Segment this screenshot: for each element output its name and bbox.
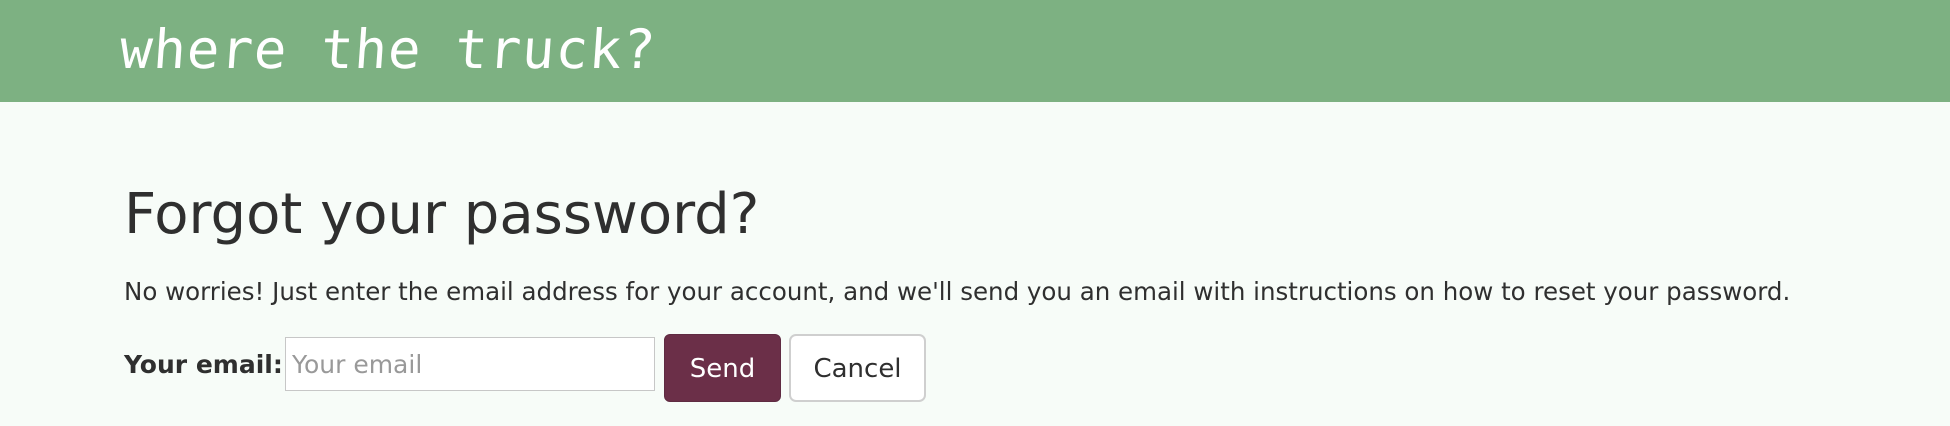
email-label: Your email: [124, 350, 283, 379]
top-bar: where the truck? [0, 0, 1950, 102]
cancel-button[interactable]: Cancel [789, 334, 926, 402]
password-reset-form: Your email: Send Cancel [124, 330, 1124, 402]
instructions-text: No worries! Just enter the email address… [124, 277, 1791, 306]
send-button[interactable]: Send [664, 334, 781, 402]
page-title: Forgot your password? [124, 182, 760, 247]
forgot-password-content: Forgot your password? No worries! Just e… [124, 102, 1924, 426]
email-input[interactable] [285, 337, 655, 391]
brand-logo[interactable]: where the truck? [117, 10, 659, 90]
